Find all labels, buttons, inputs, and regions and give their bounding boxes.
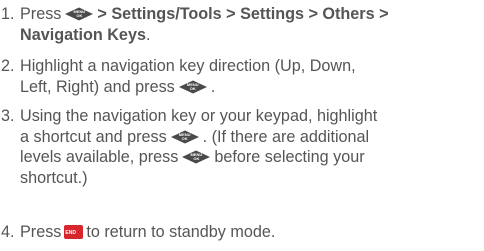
menu-path-others: > Others > (308, 5, 389, 23)
step-text: Using the navigation key or your keypad,… (20, 107, 378, 187)
menu-ok-key-icon: MENU OK (64, 7, 94, 21)
menu-ok-key-icon: MENU OK (178, 80, 208, 94)
step-text: Press MENU OK > Settings/Tools > Settings >… (20, 5, 389, 44)
menu-path-settings-tools: > Settings/Tools (97, 5, 222, 23)
menu-path-navigation-keys: Navigation Keys (20, 25, 146, 44)
step-text: Press END to return to standby mode. (20, 223, 276, 241)
menu-ok-key-icon: MENU OK (170, 130, 200, 144)
end-key-icon: END (64, 225, 84, 239)
menu-ok-key-icon: MENU OK (181, 150, 211, 164)
step-text: Highlight a navigation key direction (Up… (20, 57, 356, 96)
menu-path-settings: > Settings (226, 5, 304, 23)
step-number: 1. (1, 5, 15, 23)
step-number: 4. (1, 223, 15, 241)
step-number: 3. (1, 107, 15, 125)
step-number: 2. (1, 57, 15, 75)
